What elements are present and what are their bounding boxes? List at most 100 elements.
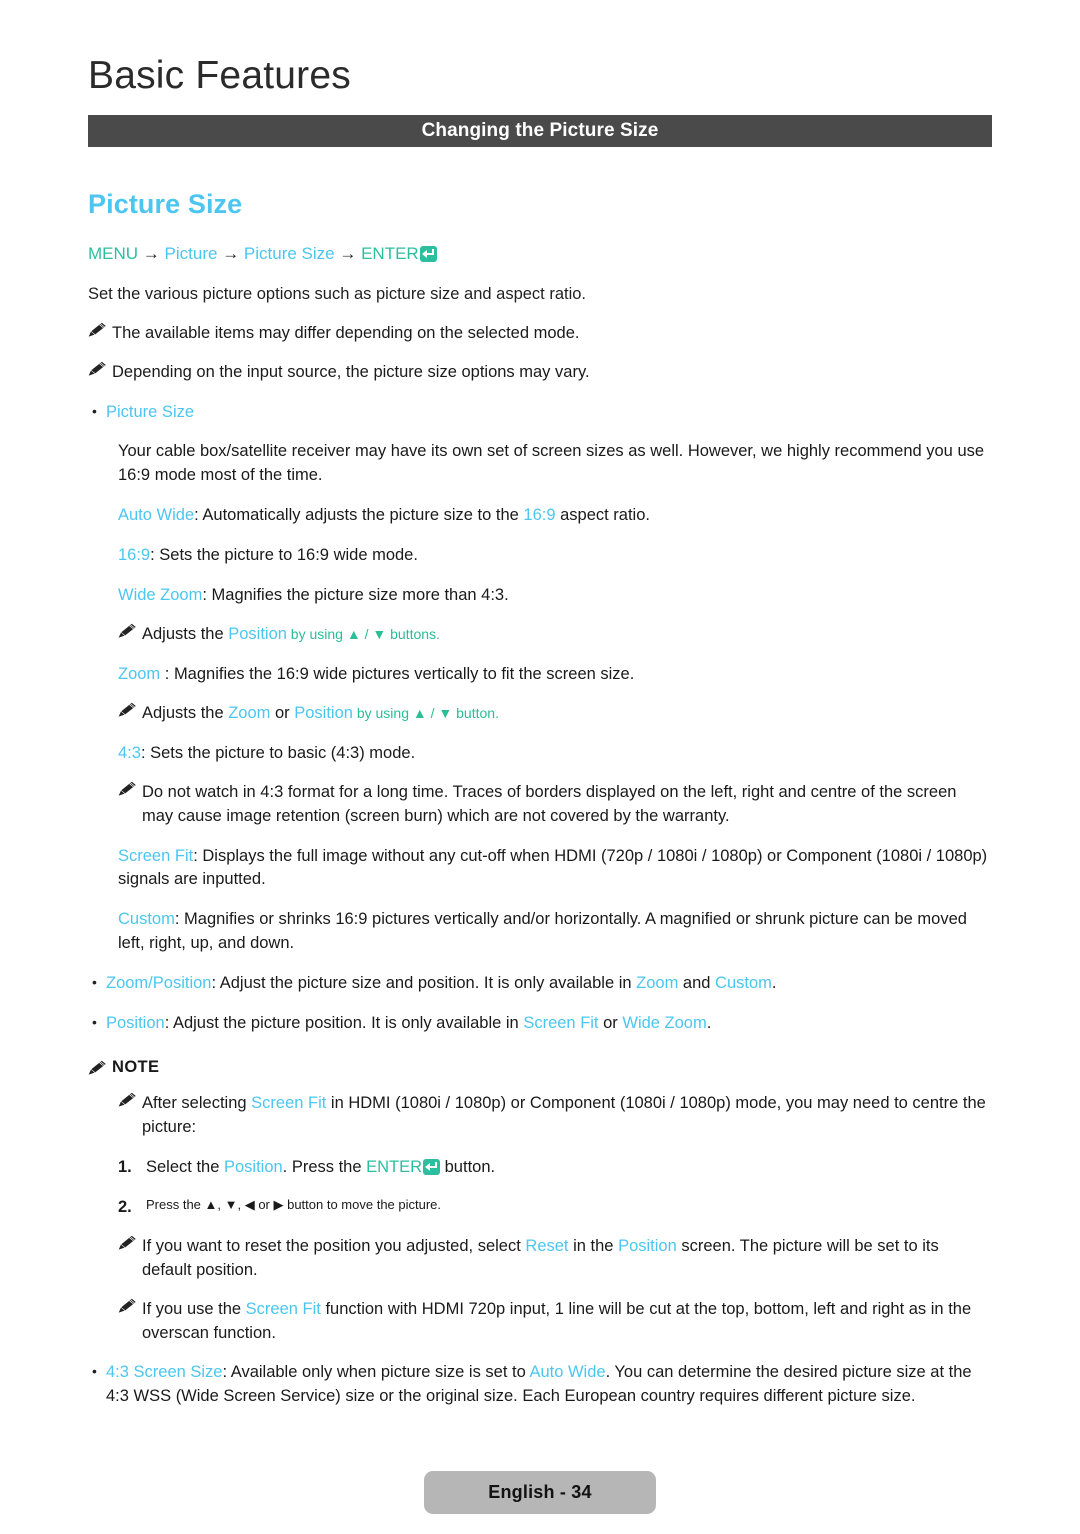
term-zoom: Zoom [228,703,271,722]
term-16-9: 16:9 [118,546,151,565]
note-row-after-selecting: After selecting Screen Fit in HDMI (1080… [88,1092,992,1140]
pencil-icon [88,322,106,337]
zoom-text: : Magnifies the 16:9 wide pictures verti… [160,664,635,683]
note-row-zoom-position: Adjusts the Zoom or Position by using ▲ … [118,702,992,726]
feature-heading: Picture Size [88,188,243,219]
bullet-marker: • [92,1014,97,1031]
pencil-icon [118,623,136,638]
bullet-body-3: . [706,1014,712,1033]
term-4-3: 4:3 [118,743,141,762]
section-header-bar: Changing the Picture Size [88,114,992,147]
term-reset: Reset [525,1236,569,1255]
term-screen-fit: Screen Fit [118,846,194,865]
note-section-label: NOTE [112,1058,160,1077]
menu-path-arrow-3: → [339,243,357,263]
bullet-body-1: : Available only when picture size is se… [222,1363,530,1382]
note-after: by using ▲ / ▼ button. [352,704,499,721]
bullet-zoom-position: • Zoom/Position: Adjust the picture size… [88,972,992,996]
pencil-icon [118,1235,136,1250]
sixteen-nine-text: : Sets the picture to 16:9 wide mode. [150,546,418,565]
screen-fit-definition: Screen Fit: Displays the full image with… [118,845,992,893]
note-text: Depending on the input source, the pictu… [112,362,590,381]
note-after: by using ▲ / ▼ buttons. [286,626,440,643]
term-wide-zoom: Wide Zoom [118,586,203,605]
note-text: After selecting Screen Fit in HDMI (1080… [142,1092,992,1140]
step-text: Select the Position. Press the ENTER but… [146,1156,992,1180]
term-screen-fit: Screen Fit [245,1299,321,1318]
note-text: If you want to reset the position you ad… [142,1235,992,1283]
term-zoom: Zoom [636,974,679,993]
zoom-definition: Zoom : Magnifies the 16:9 wide pictures … [118,663,992,687]
term-position: Position [294,703,353,722]
menu-path-arrow-1: → [142,243,160,263]
page-number-badge: English - 34 [424,1471,656,1514]
bullet-text: Zoom/Position: Adjust the picture size a… [106,972,992,996]
term-enter: ENTER [366,1157,423,1176]
term-position: Position [228,625,287,644]
bullet-body-1: : Adjust the picture position. It is onl… [164,1014,524,1033]
bullet-body-3: . [771,974,777,993]
bullet-text: Position: Adjust the picture position. I… [106,1012,992,1036]
pencil-icon [118,1298,136,1313]
note-row-reset-position: If you want to reset the position you ad… [88,1235,992,1283]
term-custom: Custom [118,910,175,929]
term-auto-wide: Auto Wide [529,1363,606,1382]
term-position: Position [223,1157,283,1176]
note-text: Adjusts the Zoom or Position by using ▲ … [142,702,992,726]
auto-wide-text-after: aspect ratio. [555,506,650,525]
bullet-picture-size: • Picture Size [88,401,992,425]
section-header-title: Changing the Picture Size [421,119,659,141]
note-row-wide-zoom-position: Adjusts the Position by using ▲ / ▼ butt… [118,623,992,647]
step-row-2: 2. Press the ▲, ▼, ◀ or ▶ button to move… [88,1196,992,1220]
note-text: Do not watch in 4:3 format for a long ti… [142,782,957,825]
menu-path-arrow-2: → [222,243,240,263]
enter-key-icon [419,245,437,262]
four-three-definition: 4:3: Sets the picture to basic (4:3) mod… [118,742,992,766]
bullet-body-2: or [598,1014,623,1033]
term-custom: Custom [715,974,772,993]
picture-size-details: Your cable box/satellite receiver may ha… [88,440,992,956]
term-zoom-position: Zoom/Position [106,974,212,993]
note-before: If you use the [142,1299,246,1318]
note-before: Adjusts the [142,703,229,722]
term-screen-fit: Screen Fit [523,1014,599,1033]
pencil-icon [118,781,136,796]
term-zoom: Zoom [118,664,161,683]
bullet-body-1: : Adjust the picture size and position. … [211,974,637,993]
note-row-available-items: The available items may differ depending… [88,322,992,346]
term-position: Position [618,1236,677,1255]
term-auto-wide: Auto Wide [118,506,195,525]
page-footer: English - 34 [0,1471,1080,1514]
pencil-icon [118,702,136,717]
enter-key-icon [423,1158,441,1175]
auto-wide-text-before: : Automatically adjusts the picture size… [194,506,524,525]
bullet-position: • Position: Adjust the picture position.… [88,1012,992,1036]
menu-path-menu: MENU [88,243,139,263]
intro-paragraph: Set the various picture options such as … [88,284,587,303]
four-three-text: : Sets the picture to basic (4:3) mode. [140,743,416,762]
note-before: Adjusts the [142,625,229,644]
pencil-icon [88,361,106,376]
bullet-marker: • [92,974,97,991]
note-text: Adjusts the Position by using ▲ / ▼ butt… [142,623,992,647]
step-row-1: 1. Select the Position. Press the ENTER … [88,1156,992,1180]
step-text: Press the ▲, ▼, ◀ or ▶ button to move th… [146,1196,442,1212]
wide-zoom-text: : Magnifies the picture size more than 4… [202,586,509,605]
note-row-overscan: If you use the Screen Fit function with … [88,1298,992,1346]
sixteen-nine-definition: 16:9: Sets the picture to 16:9 wide mode… [118,544,992,568]
pencil-icon [118,1092,136,1107]
note-row-input-source: Depending on the input source, the pictu… [88,361,992,385]
step-number: 2. [118,1197,132,1216]
auto-wide-definition: Auto Wide: Automatically adjusts the pic… [118,504,992,528]
note-row-4-3-warning: Do not watch in 4:3 format for a long ti… [118,781,992,829]
menu-path-enter: ENTER [361,243,419,263]
custom-definition: Custom: Magnifies or shrinks 16:9 pictur… [118,908,992,956]
bullet-label: Picture Size [106,402,195,421]
term-position: Position [106,1014,165,1033]
note-before: After selecting [142,1094,252,1113]
wide-zoom-definition: Wide Zoom: Magnifies the picture size mo… [118,584,992,608]
step-middle: . Press the [282,1157,367,1176]
pencil-icon [88,1060,106,1075]
menu-path: MENU → Picture → Picture Size → ENTER [88,242,992,266]
menu-path-picture-size: Picture Size [243,243,335,263]
